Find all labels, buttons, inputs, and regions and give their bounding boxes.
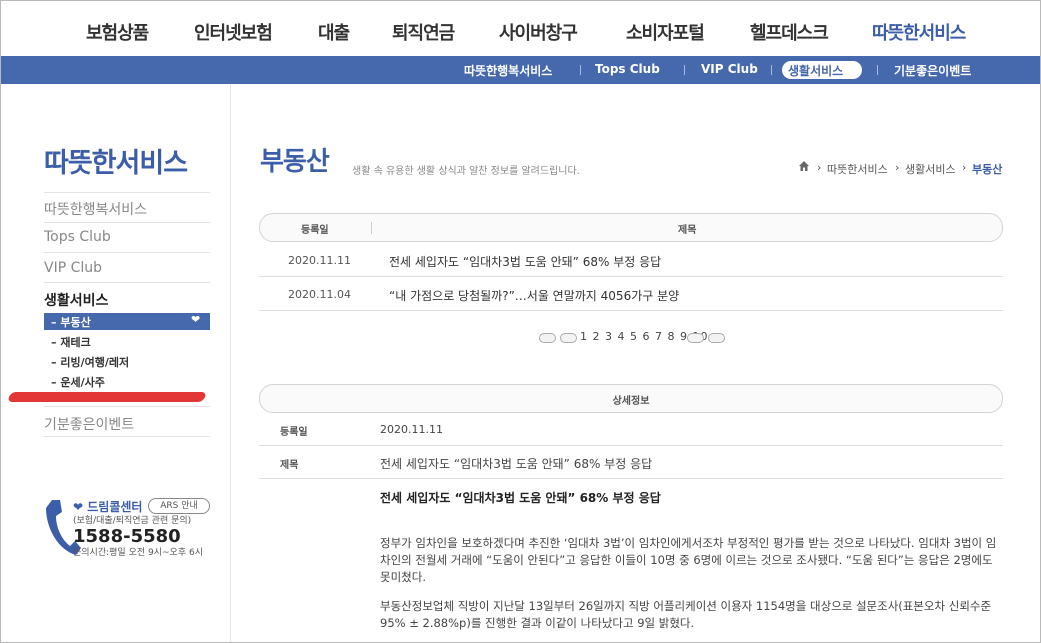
article-title: 전세 세입자도 “임대차3법 도움 안돼” 68% 부정 응답 (380, 491, 661, 505)
detail-header: 상세정보 (259, 384, 1003, 413)
topnav-item-internet-insurance[interactable]: 인터넷보험 (194, 19, 273, 45)
column-divider (371, 222, 372, 234)
subnav-item-event[interactable]: 기분좋은이벤트 (894, 62, 971, 79)
subnav-divider (877, 65, 878, 75)
column-header-title: 제목 (678, 225, 697, 236)
topnav-item-warm-service[interactable]: 따뜻한서비스 (872, 19, 966, 45)
subnav-item-life[interactable]: 생활서비스 (788, 62, 843, 79)
page-title: 부동산 (260, 147, 330, 177)
sidebar-divider (44, 282, 210, 283)
breadcrumb-sep: › (817, 161, 822, 174)
detail-header-label: 상세정보 (612, 396, 650, 407)
red-scribble-mark (7, 392, 207, 402)
sidebar-divider (44, 252, 210, 253)
sub-navigation: 따뜻한행복서비스 Tops Club VIP Club 생활서비스 기분좋은이벤… (1, 56, 1040, 84)
sidebar-sub-item-living[interactable]: – 리빙/여행/레저 (51, 354, 129, 370)
call-center-hours: 문의시간:평일 오전 9시~오후 6시 (73, 548, 203, 558)
sidebar-item-event[interactable]: 기분좋은이벤트 (44, 414, 134, 434)
row-title-link[interactable]: 전세 세입자도 “임대차3법 도움 안돼” 68% 부정 응답 (389, 253, 661, 270)
subnav-item-vip[interactable]: VIP Club (701, 62, 758, 76)
sidebar-item-vip[interactable]: VIP Club (44, 260, 102, 276)
sidebar: 따뜻한서비스 따뜻한행복서비스 Tops Club VIP Club 생활서비스… (1, 84, 231, 642)
row-title-link[interactable]: “내 가점으로 당첨될까?”…서울 연말까지 4056가구 분양 (389, 287, 679, 304)
subnav-divider (580, 65, 581, 75)
subnav-divider (684, 65, 685, 75)
top-navigation: 보험상품 인터넷보험 대출 퇴직연금 사이버창구 소비자포털 헬프데스크 따뜻한… (0, 0, 1041, 56)
prev-page-button[interactable] (560, 333, 577, 343)
detail-row-title: 제목 전세 세입자도 “임대차3법 도움 안돼” 68% 부정 응답 (259, 446, 1003, 479)
topnav-item-insurance[interactable]: 보험상품 (86, 19, 149, 45)
topnav-item-loan[interactable]: 대출 (318, 19, 350, 45)
sidebar-sub-item-finance[interactable]: – 재테크 (51, 334, 91, 350)
subnav-item-happy[interactable]: 따뜻한행복서비스 (464, 62, 552, 79)
article-paragraph: 정부가 임차인을 보호하겠다며 추진한 ‘임대차 3법’이 임차인에게서조차 부… (380, 536, 997, 584)
table-row[interactable]: 2020.11.11 전세 세입자도 “임대차3법 도움 안돼” 68% 부정 … (259, 243, 1003, 277)
breadcrumb-current: 부동산 (972, 163, 1003, 176)
sidebar-sub-label: 재테크 (60, 336, 91, 349)
topnav-item-helpdesk[interactable]: 헬프데스크 (750, 19, 829, 45)
sidebar-item-tops[interactable]: Tops Club (44, 229, 111, 245)
subnav-divider (771, 65, 772, 75)
last-page-button[interactable] (708, 333, 725, 343)
row-date: 2020.11.04 (288, 288, 351, 301)
topnav-item-pension[interactable]: 퇴직연금 (392, 19, 455, 45)
call-center-desc: (보험/대출/퇴직연금 관련 문의) (73, 516, 192, 526)
breadcrumb-item[interactable]: 생활서비스 (905, 161, 956, 177)
detail-date-label: 등록일 (280, 427, 308, 438)
article-paragraph: 부동산정보업체 직방이 지난달 13일부터 26일까지 직방 어플리케이션 이용… (380, 599, 992, 630)
sidebar-divider (44, 222, 210, 223)
sidebar-divider (44, 436, 210, 437)
breadcrumb-sep: › (962, 161, 967, 174)
detail-title-value: 전세 세입자도 “임대차3법 도움 안돼” 68% 부정 응답 (380, 457, 653, 471)
topnav-item-cyber[interactable]: 사이버창구 (499, 19, 578, 45)
sidebar-item-happy[interactable]: 따뜻한행복서비스 (44, 199, 147, 219)
column-header-date: 등록일 (301, 225, 329, 236)
sidebar-sub-item-realestate[interactable]: – 부동산 (51, 314, 91, 330)
sidebar-sub-label: 운세/사주 (60, 376, 105, 389)
heart-icon: ❤ (191, 313, 201, 326)
sidebar-sub-label: 부동산 (60, 316, 91, 329)
sidebar-sub-label: 리빙/여행/레저 (60, 356, 130, 369)
first-page-button[interactable] (539, 333, 556, 343)
sidebar-divider (44, 406, 210, 407)
call-center-title-text: 드림콜센터 (87, 500, 143, 514)
table-row[interactable]: 2020.11.04 “내 가점으로 당첨될까?”…서울 연말까지 4056가구… (259, 277, 1003, 311)
page-description: 생활 속 유용한 생활 상식과 알찬 정보를 알려드립니다. (352, 166, 580, 177)
sidebar-item-life[interactable]: 생활서비스 (44, 290, 108, 310)
detail-date-value: 2020.11.11 (380, 423, 443, 436)
topnav-item-consumer[interactable]: 소비자포털 (626, 19, 705, 45)
home-icon[interactable] (798, 160, 810, 172)
breadcrumb-sep: › (895, 161, 900, 174)
subnav-item-tops[interactable]: Tops Club (595, 62, 660, 76)
list-table-header: 등록일 제목 (259, 213, 1003, 242)
breadcrumb-item[interactable]: 따뜻한서비스 (827, 161, 888, 177)
call-center-number: 1588-5580 (73, 526, 181, 547)
row-date: 2020.11.11 (288, 254, 351, 267)
detail-row-date: 등록일 2020.11.11 (259, 412, 1003, 446)
sidebar-divider (44, 192, 210, 193)
sidebar-sub-item-fortune[interactable]: – 운세/사주 (51, 374, 105, 390)
sidebar-title: 따뜻한서비스 (44, 148, 188, 179)
next-page-button[interactable] (687, 333, 704, 343)
detail-title-label: 제목 (280, 460, 299, 471)
ars-button[interactable]: ARS 안내 (148, 498, 210, 514)
